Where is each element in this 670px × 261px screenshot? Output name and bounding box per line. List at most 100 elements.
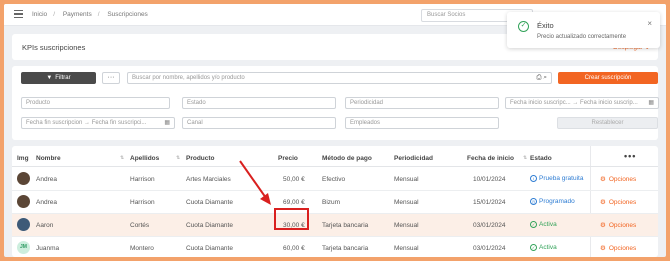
channel-select[interactable]: Canal (182, 117, 336, 129)
col-fecha-inicio-label: Fecha de inicio (467, 155, 514, 162)
cell-nombre: Juanma (36, 245, 60, 252)
breadcrumb-item-suscripciones: Suscripciones (107, 11, 148, 18)
sort-icon[interactable]: ⇅ (120, 155, 124, 161)
cell-precio[interactable]: 69,00 € (283, 199, 305, 206)
avatar (17, 195, 30, 208)
cell-apellidos: Cortés (130, 222, 150, 229)
table-row[interactable]: Andrea Harrison Artes Marciales 50,00 € … (12, 168, 658, 191)
options-button[interactable]: ⚙ Opciones (600, 198, 637, 207)
col-precio: Precio (278, 155, 298, 162)
cell-nombre: Aaron (36, 222, 54, 229)
arrow-right-icon: → (84, 120, 92, 126)
toast-message: Precio actualizado correctamente (537, 34, 627, 40)
breadcrumb-item-inicio[interactable]: Inicio (32, 11, 47, 18)
close-icon[interactable]: × (647, 19, 652, 28)
breadcrumb-item-payments[interactable]: Payments (63, 11, 92, 18)
options-label: Opciones (608, 221, 637, 229)
filter-button-label: Filtrar (55, 75, 71, 81)
menu-icon[interactable] (14, 10, 23, 18)
column-options-icon[interactable]: ••• (624, 151, 636, 161)
end-date-range[interactable]: Fecha fin suscripcion → Fecha fin suscri… (21, 117, 175, 129)
col-img: Img (17, 155, 29, 162)
cell-producto: Cuota Diamante (186, 222, 233, 229)
more-actions-button[interactable]: ··· (102, 72, 120, 84)
avatar (17, 218, 30, 231)
status-badge: ◷ Programado (530, 198, 575, 205)
annotation-highlight-box (274, 208, 309, 230)
success-toast: ✓ Éxito Precio actualizado correctamente… (507, 12, 660, 48)
gear-icon: ⚙ (600, 222, 606, 229)
col-producto: Producto (186, 155, 215, 162)
cell-fecha: 15/01/2024 (473, 199, 506, 206)
col-periodicidad: Periodicidad (394, 155, 434, 162)
gear-icon: ⚙ (600, 245, 606, 252)
sort-icon[interactable]: ⇅ (176, 155, 180, 161)
col-nombre[interactable]: Nombre ⇅ (36, 155, 124, 162)
status-select[interactable]: Estado (182, 97, 336, 109)
start-date-from: Fecha inicio suscripc... (510, 100, 571, 106)
status-badge: ✓ Activa (530, 221, 557, 228)
cell-periodicidad: Mensual (394, 176, 419, 183)
cell-precio[interactable]: 50,00 € (283, 176, 305, 183)
search-icon[interactable]: ⌕ (543, 74, 547, 81)
options-button[interactable]: ⚙ Opciones (600, 244, 637, 253)
col-estado: Estado (530, 155, 552, 162)
filters-panel: ▼ Filtrar ··· Buscar por nombre, apellid… (12, 66, 659, 140)
cell-precio[interactable]: 60,00 € (283, 245, 305, 252)
arrow-right-icon: → (572, 100, 581, 106)
employees-select[interactable]: Empleados (345, 117, 499, 129)
subscriptions-table: Img Nombre ⇅ Apellidos ⇅ Producto Precio M… (12, 146, 658, 257)
cell-nombre: Andrea (36, 199, 57, 206)
avatar: JM (17, 241, 30, 254)
sort-icon[interactable]: ⇅ (523, 155, 527, 161)
status-label: Activa (539, 244, 557, 251)
subscription-search-input[interactable]: Buscar por nombre, apellidos y/o product… (127, 72, 552, 84)
col-metodo-pago: Método de pago (322, 155, 372, 162)
cell-producto: Cuota Diamante (186, 199, 233, 206)
funnel-icon: ▼ (46, 75, 53, 81)
create-subscription-button[interactable]: Crear suscripción (558, 72, 658, 84)
kpi-title: KPIs suscripciones (22, 43, 86, 52)
search-placeholder: Buscar por nombre, apellidos y/o product… (132, 75, 245, 81)
status-label: Activa (539, 221, 557, 228)
cell-periodicidad: Mensual (394, 199, 419, 206)
col-apellidos-label: Apellidos (130, 155, 160, 162)
cell-periodicidad: Mensual (394, 222, 419, 229)
cell-periodicidad: Mensual (394, 245, 419, 252)
info-icon: i (530, 175, 537, 182)
end-date-from: Fecha fin suscripcion (26, 120, 83, 126)
options-label: Opciones (608, 244, 637, 252)
cell-nombre: Andrea (36, 176, 57, 183)
cell-metodo: Tarjeta bancaria (322, 245, 369, 252)
cell-metodo: Bizum (322, 199, 341, 206)
status-badge: ✓ Activa (530, 244, 557, 251)
options-label: Opciones (608, 198, 637, 206)
col-nombre-label: Nombre (36, 155, 61, 162)
app-frame: Inicio / Payments / Suscripciones Buscar S… (4, 4, 666, 257)
cell-metodo: Tarjeta bancaria (322, 222, 369, 229)
filter-button[interactable]: ▼ Filtrar (21, 72, 96, 84)
col-apellidos[interactable]: Apellidos ⇅ (130, 155, 180, 162)
cell-producto: Artes Marciales (186, 176, 231, 183)
table-row[interactable]: Andrea Harrison Cuota Diamante 69,00 € B… (12, 191, 658, 214)
calendar-icon: ▦ (648, 100, 654, 106)
col-fecha-inicio[interactable]: Fecha de inicio ⇅ (467, 155, 527, 162)
calendar-icon: ▦ (164, 120, 170, 126)
barcode-icon[interactable]: ⎙ (536, 74, 541, 81)
end-date-to: Fecha fin suscripci... (91, 120, 147, 126)
table-row[interactable]: JM Juanma Montero Cuota Diamante 60,00 €… (12, 237, 658, 257)
reset-filters-button[interactable]: Restablecer (557, 117, 658, 129)
options-button[interactable]: ⚙ Opciones (600, 221, 637, 230)
status-label: Programado (539, 198, 575, 205)
cell-metodo: Efectivo (322, 176, 346, 183)
options-label: Opciones (608, 175, 637, 183)
cell-apellidos: Harrison (130, 199, 155, 206)
gear-icon: ⚙ (600, 199, 606, 206)
periodicity-select[interactable]: Periodicidad (345, 97, 499, 109)
table-row[interactable]: Aaron Cortés Cuota Diamante 30,00 € Tarj… (12, 214, 658, 237)
options-button[interactable]: ⚙ Opciones (600, 175, 637, 184)
product-select[interactable]: Producto (21, 97, 170, 109)
check-icon: ✓ (530, 244, 537, 251)
breadcrumb: Inicio / Payments / Suscripciones (32, 11, 148, 18)
start-date-range[interactable]: Fecha inicio suscripc... → Fecha inicio … (505, 97, 659, 109)
